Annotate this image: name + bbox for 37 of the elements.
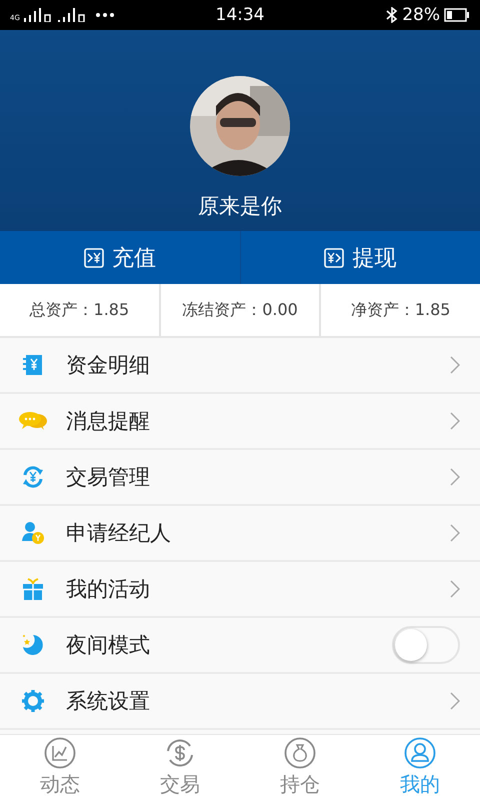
bluetooth-icon bbox=[386, 7, 398, 23]
chevron-icon bbox=[450, 356, 460, 374]
chevron-icon bbox=[450, 524, 460, 542]
asset-stat: 冻结资产：0.00 bbox=[158, 284, 320, 336]
chevron-icon bbox=[450, 412, 460, 430]
gift-icon bbox=[22, 577, 44, 601]
signal-icon bbox=[24, 8, 54, 22]
night-mode-toggle[interactable] bbox=[392, 626, 460, 664]
battery-level: 28% bbox=[402, 5, 440, 25]
menu-item[interactable]: 夜间模式 bbox=[66, 631, 392, 659]
chart-icon bbox=[44, 737, 76, 769]
chat-icon bbox=[18, 411, 48, 431]
menu-item[interactable]: 申请经纪人 bbox=[66, 519, 450, 547]
menu-item[interactable]: 我的活动 bbox=[66, 575, 450, 603]
asset-stat: 总资产：1.85 bbox=[28, 298, 130, 320]
chevron-icon bbox=[450, 468, 460, 486]
money-bag-icon bbox=[284, 737, 316, 769]
asset-stat: 净资产：1.85 bbox=[319, 284, 480, 336]
dollar-exchange-icon bbox=[164, 737, 196, 769]
more-icon bbox=[96, 13, 114, 17]
user-name: 原来是你 bbox=[198, 193, 282, 220]
ledger-icon bbox=[22, 354, 44, 376]
withdraw-icon bbox=[324, 248, 344, 268]
chevron-icon bbox=[450, 692, 460, 710]
exchange-icon bbox=[21, 465, 45, 489]
menu-item[interactable]: 消息提醒 bbox=[66, 407, 450, 435]
agent-icon bbox=[21, 521, 45, 545]
deposit-icon bbox=[84, 248, 104, 268]
battery-icon bbox=[444, 8, 470, 22]
clock: 14:34 bbox=[216, 5, 264, 25]
menu-item[interactable]: 系统设置 bbox=[66, 687, 450, 715]
settings-icon bbox=[21, 689, 45, 713]
moon-icon bbox=[21, 633, 45, 657]
user-icon bbox=[404, 737, 436, 769]
menu-item[interactable]: 资金明细 bbox=[66, 351, 450, 379]
menu-item[interactable]: 交易管理 bbox=[66, 463, 450, 491]
chevron-icon bbox=[450, 580, 460, 598]
